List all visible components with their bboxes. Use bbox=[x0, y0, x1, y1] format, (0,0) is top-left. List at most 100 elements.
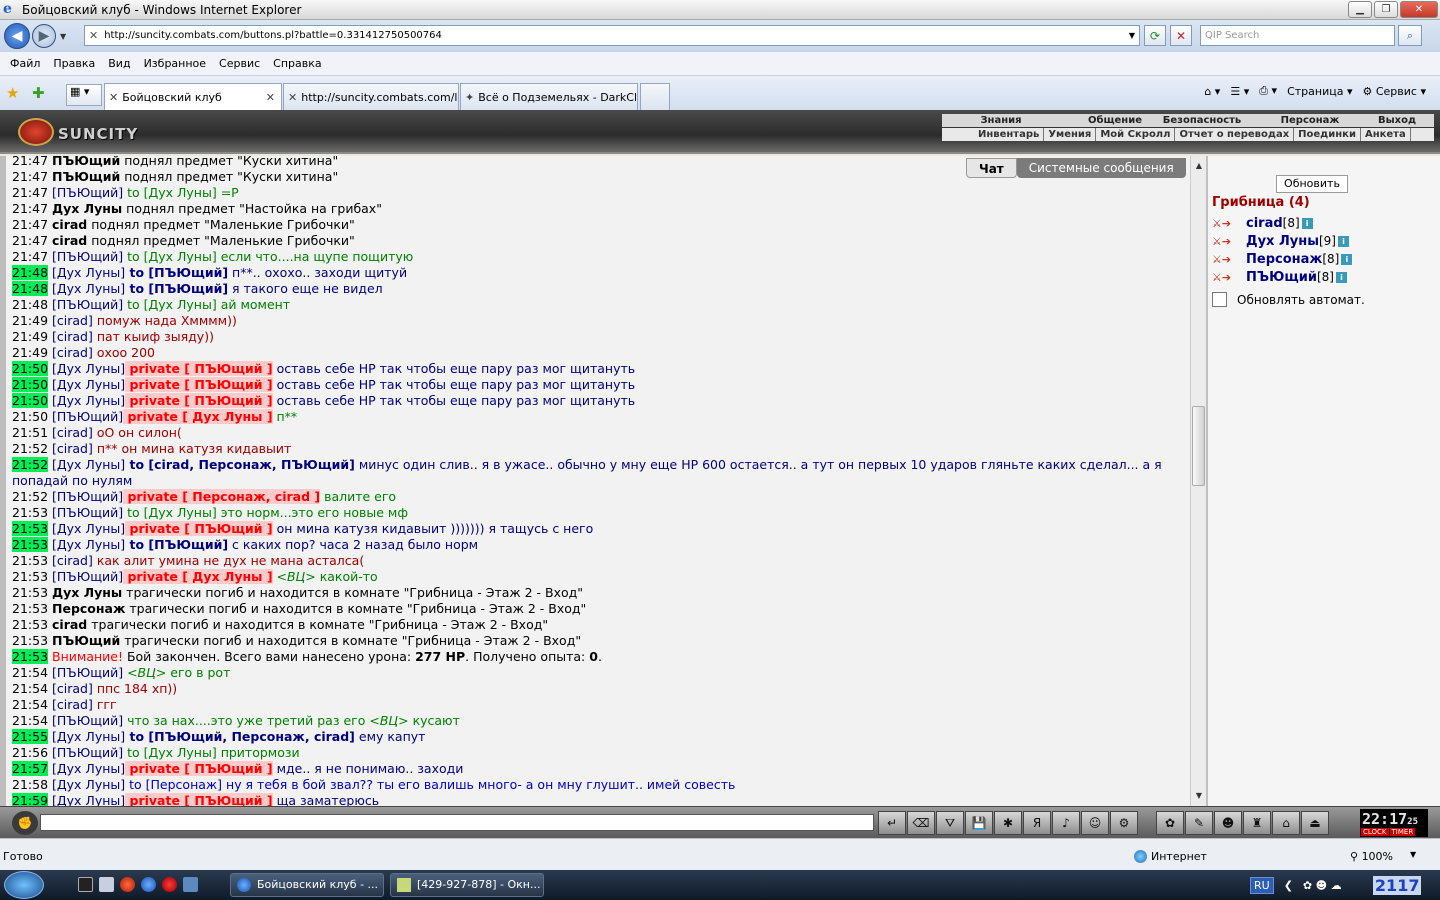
refresh-users-button[interactable]: Обновить bbox=[1276, 175, 1348, 193]
exit-icon[interactable]: ⏏ bbox=[1301, 811, 1329, 835]
fighter-icon[interactable]: ✱ bbox=[994, 811, 1022, 835]
menu-knowledge[interactable]: Знания bbox=[942, 114, 1060, 127]
search-button[interactable]: ⌕ bbox=[1398, 25, 1422, 46]
chat-nick[interactable]: [Дух Луны] bbox=[52, 377, 125, 392]
address-dropdown-icon[interactable]: ▼ bbox=[1129, 31, 1135, 40]
scroll-item-icon[interactable]: ✎ bbox=[1185, 811, 1213, 835]
scroll-up-icon[interactable]: ▲ bbox=[1191, 158, 1207, 174]
menu-communication[interactable]: Общение bbox=[1084, 114, 1146, 127]
attack-icon[interactable]: ⚔➔ bbox=[1212, 253, 1236, 266]
chat-nick[interactable]: [Дух Луны] bbox=[52, 537, 125, 552]
chat-nick[interactable]: 0 bbox=[589, 649, 598, 664]
zoom-level[interactable]: ⚲ 100% bbox=[1350, 850, 1393, 863]
chat-nick[interactable]: [cirad] bbox=[52, 313, 93, 328]
chat-nick[interactable]: [ПЪЮщий] bbox=[52, 713, 123, 728]
chat-nick[interactable]: [cirad] bbox=[52, 329, 93, 344]
chat-nick[interactable]: [cirad] bbox=[52, 425, 93, 440]
menu-tools[interactable]: Сервис bbox=[219, 57, 260, 70]
chat-nick[interactable]: Дух Луны bbox=[52, 201, 122, 216]
info-icon[interactable]: i bbox=[1341, 253, 1353, 265]
home-icon[interactable]: ⌂ ▾ bbox=[1204, 85, 1220, 98]
info-icon[interactable]: i bbox=[1337, 235, 1349, 247]
chat-nick[interactable]: cirad bbox=[52, 217, 87, 232]
chat-nick[interactable]: [Дух Луны] bbox=[52, 393, 125, 408]
eraser-icon[interactable]: ⌫ bbox=[907, 811, 935, 835]
chat-nick[interactable]: [cirad] bbox=[52, 441, 93, 456]
chat-nick[interactable]: [ПЪЮщий] bbox=[52, 745, 123, 760]
mask-icon[interactable]: ☻ bbox=[1214, 811, 1242, 835]
chat-nick[interactable]: [Дух Луны] bbox=[52, 457, 125, 472]
chat-nick[interactable]: [ПЪЮщий] bbox=[52, 185, 123, 200]
language-indicator[interactable]: RU bbox=[1250, 876, 1274, 894]
chat-nick[interactable]: ПЪЮщий bbox=[52, 633, 120, 648]
stop-button[interactable]: ✕ bbox=[1170, 25, 1192, 46]
quick-tabs-button[interactable]: ▦ ▾ bbox=[66, 84, 102, 106]
timer-label[interactable]: TIMER bbox=[1389, 828, 1416, 836]
start-button[interactable] bbox=[4, 871, 44, 899]
menu-duels[interactable]: Поединки bbox=[1294, 128, 1361, 141]
menu-transfer-report[interactable]: Отчет о переводах bbox=[1175, 128, 1295, 141]
tab-fight-club[interactable]: ✕ Бойцовский клуб ✕ bbox=[104, 83, 282, 110]
filter-icon[interactable]: ⛛ bbox=[936, 811, 964, 835]
maximize-icon[interactable]: ❐ bbox=[1374, 1, 1398, 18]
close-icon[interactable]: ✕ bbox=[1400, 1, 1438, 18]
chat-nick[interactable]: [Дух Луны] bbox=[52, 521, 125, 536]
chat-nick[interactable]: [cirad] bbox=[52, 681, 93, 696]
chat-scrollbar[interactable]: ▲ ▼ bbox=[1190, 156, 1206, 806]
fist-icon[interactable]: ✊ bbox=[12, 811, 38, 835]
menu-exit[interactable]: Выход bbox=[1362, 114, 1432, 127]
chat-nick[interactable]: [Дух Луны] bbox=[52, 793, 125, 806]
tools-menu[interactable]: ⚙ Сервис ▾ bbox=[1362, 85, 1426, 98]
menu-skills[interactable]: Умения bbox=[1044, 128, 1097, 141]
attack-icon[interactable]: ⚔➔ bbox=[1212, 217, 1236, 230]
taskbar-item-qip[interactable]: [429-927-878] - Окн... bbox=[390, 873, 544, 897]
clock-label[interactable]: CLOCK bbox=[1361, 828, 1389, 836]
scroll-thumb[interactable] bbox=[1192, 406, 1205, 486]
chat-nick[interactable]: [ПЪЮщий] bbox=[52, 505, 123, 520]
helmet-icon[interactable]: ♜ bbox=[1243, 811, 1271, 835]
send-icon[interactable]: ↵ bbox=[878, 811, 906, 835]
menu-file[interactable]: Файл bbox=[10, 57, 40, 70]
chat-nick[interactable]: [cirad] bbox=[52, 553, 93, 568]
menu-help[interactable]: Справка bbox=[273, 57, 321, 70]
zoom-dropdown-icon[interactable]: ▼ bbox=[1410, 850, 1416, 859]
chat-nick[interactable]: [Дух Луны] bbox=[52, 761, 125, 776]
chat-nick[interactable]: ПЪЮщий bbox=[52, 156, 120, 168]
forward-button[interactable]: ▶ bbox=[32, 24, 56, 48]
taskbar-item-fight-club[interactable]: Бойцовский клуб - ... bbox=[230, 873, 384, 897]
bag-icon[interactable]: ✿ bbox=[1156, 811, 1184, 835]
chat-nick[interactable]: Персонаж bbox=[52, 601, 125, 616]
user-name[interactable]: Персонаж bbox=[1246, 252, 1322, 267]
translit-icon[interactable]: Я bbox=[1023, 811, 1051, 835]
minimize-icon[interactable]: ▁ bbox=[1348, 1, 1372, 18]
chat-nick[interactable]: cirad bbox=[52, 617, 87, 632]
back-button[interactable]: ◀ bbox=[4, 23, 30, 49]
tab-darkclan[interactable]: ✦ Всё о Подземельях - DarkCl... bbox=[460, 83, 638, 110]
info-icon[interactable]: i bbox=[1335, 271, 1347, 283]
menu-profile[interactable]: Анкета bbox=[1361, 128, 1411, 141]
address-bar[interactable]: ✕ http://suncity.combats.com/buttons.pl?… bbox=[84, 25, 1140, 46]
menu-character[interactable]: Персонаж bbox=[1258, 114, 1362, 127]
chat-nick[interactable]: [ПЪЮщий] bbox=[52, 569, 123, 584]
menu-inventory[interactable]: Инвентарь bbox=[942, 128, 1045, 141]
ie-icon[interactable] bbox=[141, 877, 156, 892]
chat-nick[interactable]: [ПЪЮщий] bbox=[52, 489, 123, 504]
menu-security[interactable]: Безопасность bbox=[1146, 114, 1258, 127]
chat-nick[interactable]: ПЪЮщий bbox=[52, 169, 120, 184]
terminal-icon[interactable] bbox=[78, 877, 93, 892]
chat-nick[interactable]: [Дух Луны] bbox=[52, 777, 125, 792]
menu-edit[interactable]: Правка bbox=[53, 57, 95, 70]
attack-icon[interactable]: ⚔➔ bbox=[1212, 235, 1236, 248]
search-input[interactable]: QIP Search bbox=[1200, 25, 1395, 46]
user-name[interactable]: Дух Луны bbox=[1246, 234, 1319, 249]
tab-chat[interactable]: Чат bbox=[966, 158, 1017, 178]
tab-close-icon[interactable]: ✕ bbox=[266, 91, 275, 104]
chat-nick[interactable]: [ПЪЮщий] bbox=[52, 297, 123, 312]
info-icon[interactable]: i bbox=[1301, 217, 1313, 229]
menu-favorites[interactable]: Избранное bbox=[144, 57, 206, 70]
add-favorite-icon[interactable]: ✚ bbox=[32, 84, 45, 102]
attack-icon[interactable]: ⚔➔ bbox=[1212, 271, 1236, 284]
chat-nick[interactable]: [Дух Луны] bbox=[52, 729, 125, 744]
desktop-icon[interactable] bbox=[183, 877, 198, 892]
page-menu[interactable]: Страница ▾ bbox=[1287, 85, 1352, 98]
